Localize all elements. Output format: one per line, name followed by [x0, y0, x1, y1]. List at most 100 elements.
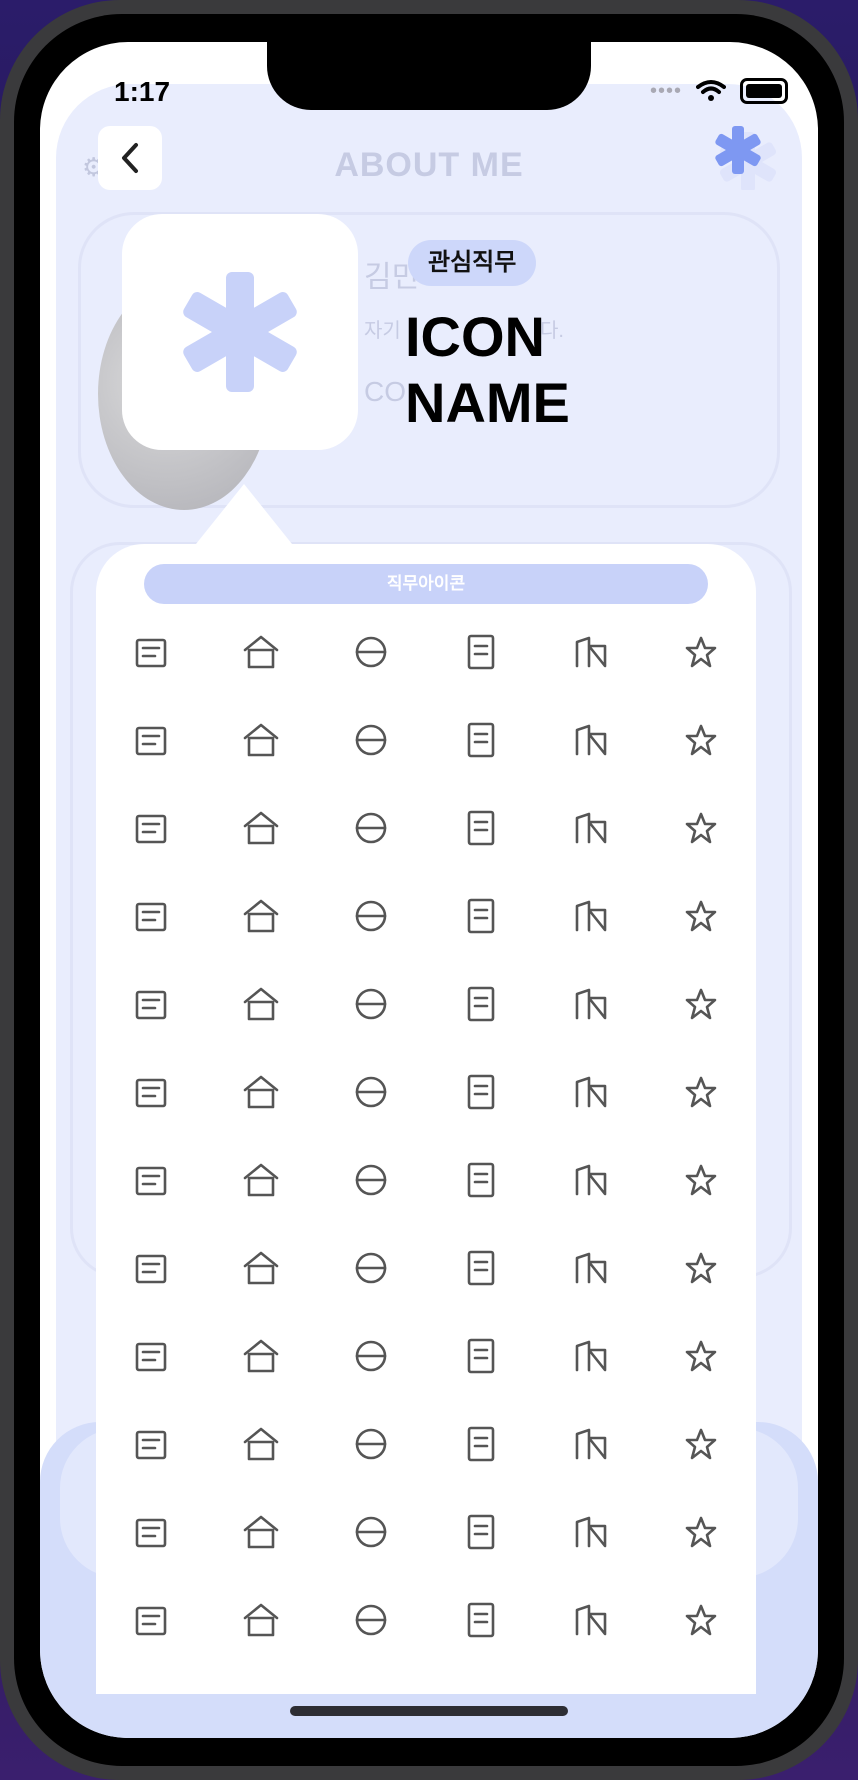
- book-open-icon: [135, 902, 167, 932]
- icon-option[interactable]: [206, 1596, 316, 1644]
- icon-option[interactable]: [316, 1596, 426, 1644]
- icon-option[interactable]: [206, 980, 316, 1028]
- home-indicator[interactable]: [290, 1706, 568, 1716]
- apple-icon: [685, 1604, 717, 1636]
- icon-option[interactable]: [426, 1508, 536, 1556]
- icon-option[interactable]: [316, 628, 426, 676]
- icon-option[interactable]: [646, 716, 756, 764]
- icon-option[interactable]: [536, 804, 646, 852]
- office-icon: [575, 724, 607, 756]
- icon-option[interactable]: [646, 1596, 756, 1644]
- folder-music-icon: [355, 988, 387, 1020]
- icon-option[interactable]: [206, 1420, 316, 1468]
- folder-user-icon: [575, 988, 607, 1020]
- icon-option[interactable]: [316, 804, 426, 852]
- icon-option[interactable]: [646, 892, 756, 940]
- book-cover-icon: [575, 812, 607, 844]
- icon-option[interactable]: [96, 1508, 206, 1556]
- icon-option[interactable]: [206, 804, 316, 852]
- icon-option[interactable]: [646, 804, 756, 852]
- icon-option[interactable]: [96, 892, 206, 940]
- icon-option[interactable]: [426, 1332, 536, 1380]
- icon-option[interactable]: [536, 628, 646, 676]
- icon-option[interactable]: [536, 1156, 646, 1204]
- list-play-icon: [135, 638, 167, 668]
- popup-header: 직무아이콘: [144, 564, 708, 604]
- icon-option[interactable]: [536, 1596, 646, 1644]
- icon-option[interactable]: [206, 628, 316, 676]
- icon-option[interactable]: [96, 980, 206, 1028]
- news-icon: [467, 1162, 495, 1198]
- government-icon: [135, 726, 167, 756]
- icon-option[interactable]: [646, 1244, 756, 1292]
- hospital-icon: [467, 722, 495, 758]
- icon-option[interactable]: [536, 1420, 646, 1468]
- icon-option[interactable]: [316, 1420, 426, 1468]
- folder-shield-icon: [467, 986, 495, 1022]
- icon-option[interactable]: [96, 1596, 206, 1644]
- home-wifi-icon: [355, 724, 387, 756]
- icon-option[interactable]: [206, 1244, 316, 1292]
- icon-option[interactable]: [96, 1244, 206, 1292]
- asterisk-logo-icon[interactable]: [712, 122, 780, 195]
- icon-option[interactable]: [536, 1332, 646, 1380]
- icon-option[interactable]: [316, 892, 426, 940]
- pie-box-icon: [575, 1340, 607, 1372]
- selected-icon-box[interactable]: [122, 214, 358, 450]
- icon-option[interactable]: [316, 1156, 426, 1204]
- heart-handshake-icon: [685, 1164, 717, 1196]
- icon-option[interactable]: [536, 980, 646, 1028]
- icon-option[interactable]: [96, 1068, 206, 1116]
- icon-option[interactable]: [426, 1420, 536, 1468]
- icon-option[interactable]: [206, 1068, 316, 1116]
- status-time: 1:17: [114, 76, 171, 107]
- icon-option[interactable]: [426, 980, 536, 1028]
- icon-option[interactable]: [316, 716, 426, 764]
- icon-option[interactable]: [316, 1068, 426, 1116]
- icon-option[interactable]: [646, 1420, 756, 1468]
- icon-option[interactable]: [96, 1332, 206, 1380]
- icon-option[interactable]: [426, 1068, 536, 1116]
- icon-option[interactable]: [536, 892, 646, 940]
- icon-option[interactable]: [206, 1332, 316, 1380]
- icon-option[interactable]: [426, 804, 536, 852]
- icon-option[interactable]: [96, 1156, 206, 1204]
- icon-option[interactable]: [646, 1068, 756, 1116]
- icon-option[interactable]: [646, 980, 756, 1028]
- icon-option[interactable]: [96, 1420, 206, 1468]
- icon-option[interactable]: [426, 892, 536, 940]
- icon-option[interactable]: [96, 716, 206, 764]
- icon-option[interactable]: [536, 1508, 646, 1556]
- icon-option[interactable]: [646, 1508, 756, 1556]
- icon-option[interactable]: [96, 804, 206, 852]
- icon-option[interactable]: [426, 716, 536, 764]
- profile-intro: 자기: [364, 320, 401, 342]
- icon-option[interactable]: [426, 1596, 536, 1644]
- icon-option[interactable]: [316, 1244, 426, 1292]
- icon-option[interactable]: [426, 628, 536, 676]
- clipboard-icon: [685, 988, 717, 1020]
- icon-option[interactable]: [206, 716, 316, 764]
- icon-option[interactable]: [316, 980, 426, 1028]
- icon-option[interactable]: [646, 1332, 756, 1380]
- icon-option[interactable]: [536, 1068, 646, 1116]
- calculator-icon: [355, 1340, 387, 1372]
- icon-option[interactable]: [646, 628, 756, 676]
- icon-option[interactable]: [206, 1508, 316, 1556]
- icon-option[interactable]: [316, 1332, 426, 1380]
- safe-icon: [575, 1164, 607, 1196]
- icon-option[interactable]: [426, 1156, 536, 1204]
- notch: [267, 42, 591, 110]
- icon-option[interactable]: [536, 716, 646, 764]
- icon-option[interactable]: [206, 1156, 316, 1204]
- signal-icon: ••••: [649, 79, 682, 102]
- book-marked-icon: [685, 812, 717, 844]
- icon-option[interactable]: [426, 1244, 536, 1292]
- icon-option[interactable]: [206, 892, 316, 940]
- icon-option[interactable]: [96, 628, 206, 676]
- icon-option[interactable]: [316, 1508, 426, 1556]
- bar-chart-growth-icon: [243, 1427, 279, 1461]
- icon-option[interactable]: [536, 1244, 646, 1292]
- icon-option[interactable]: [646, 1156, 756, 1204]
- english-icon: [685, 1252, 717, 1284]
